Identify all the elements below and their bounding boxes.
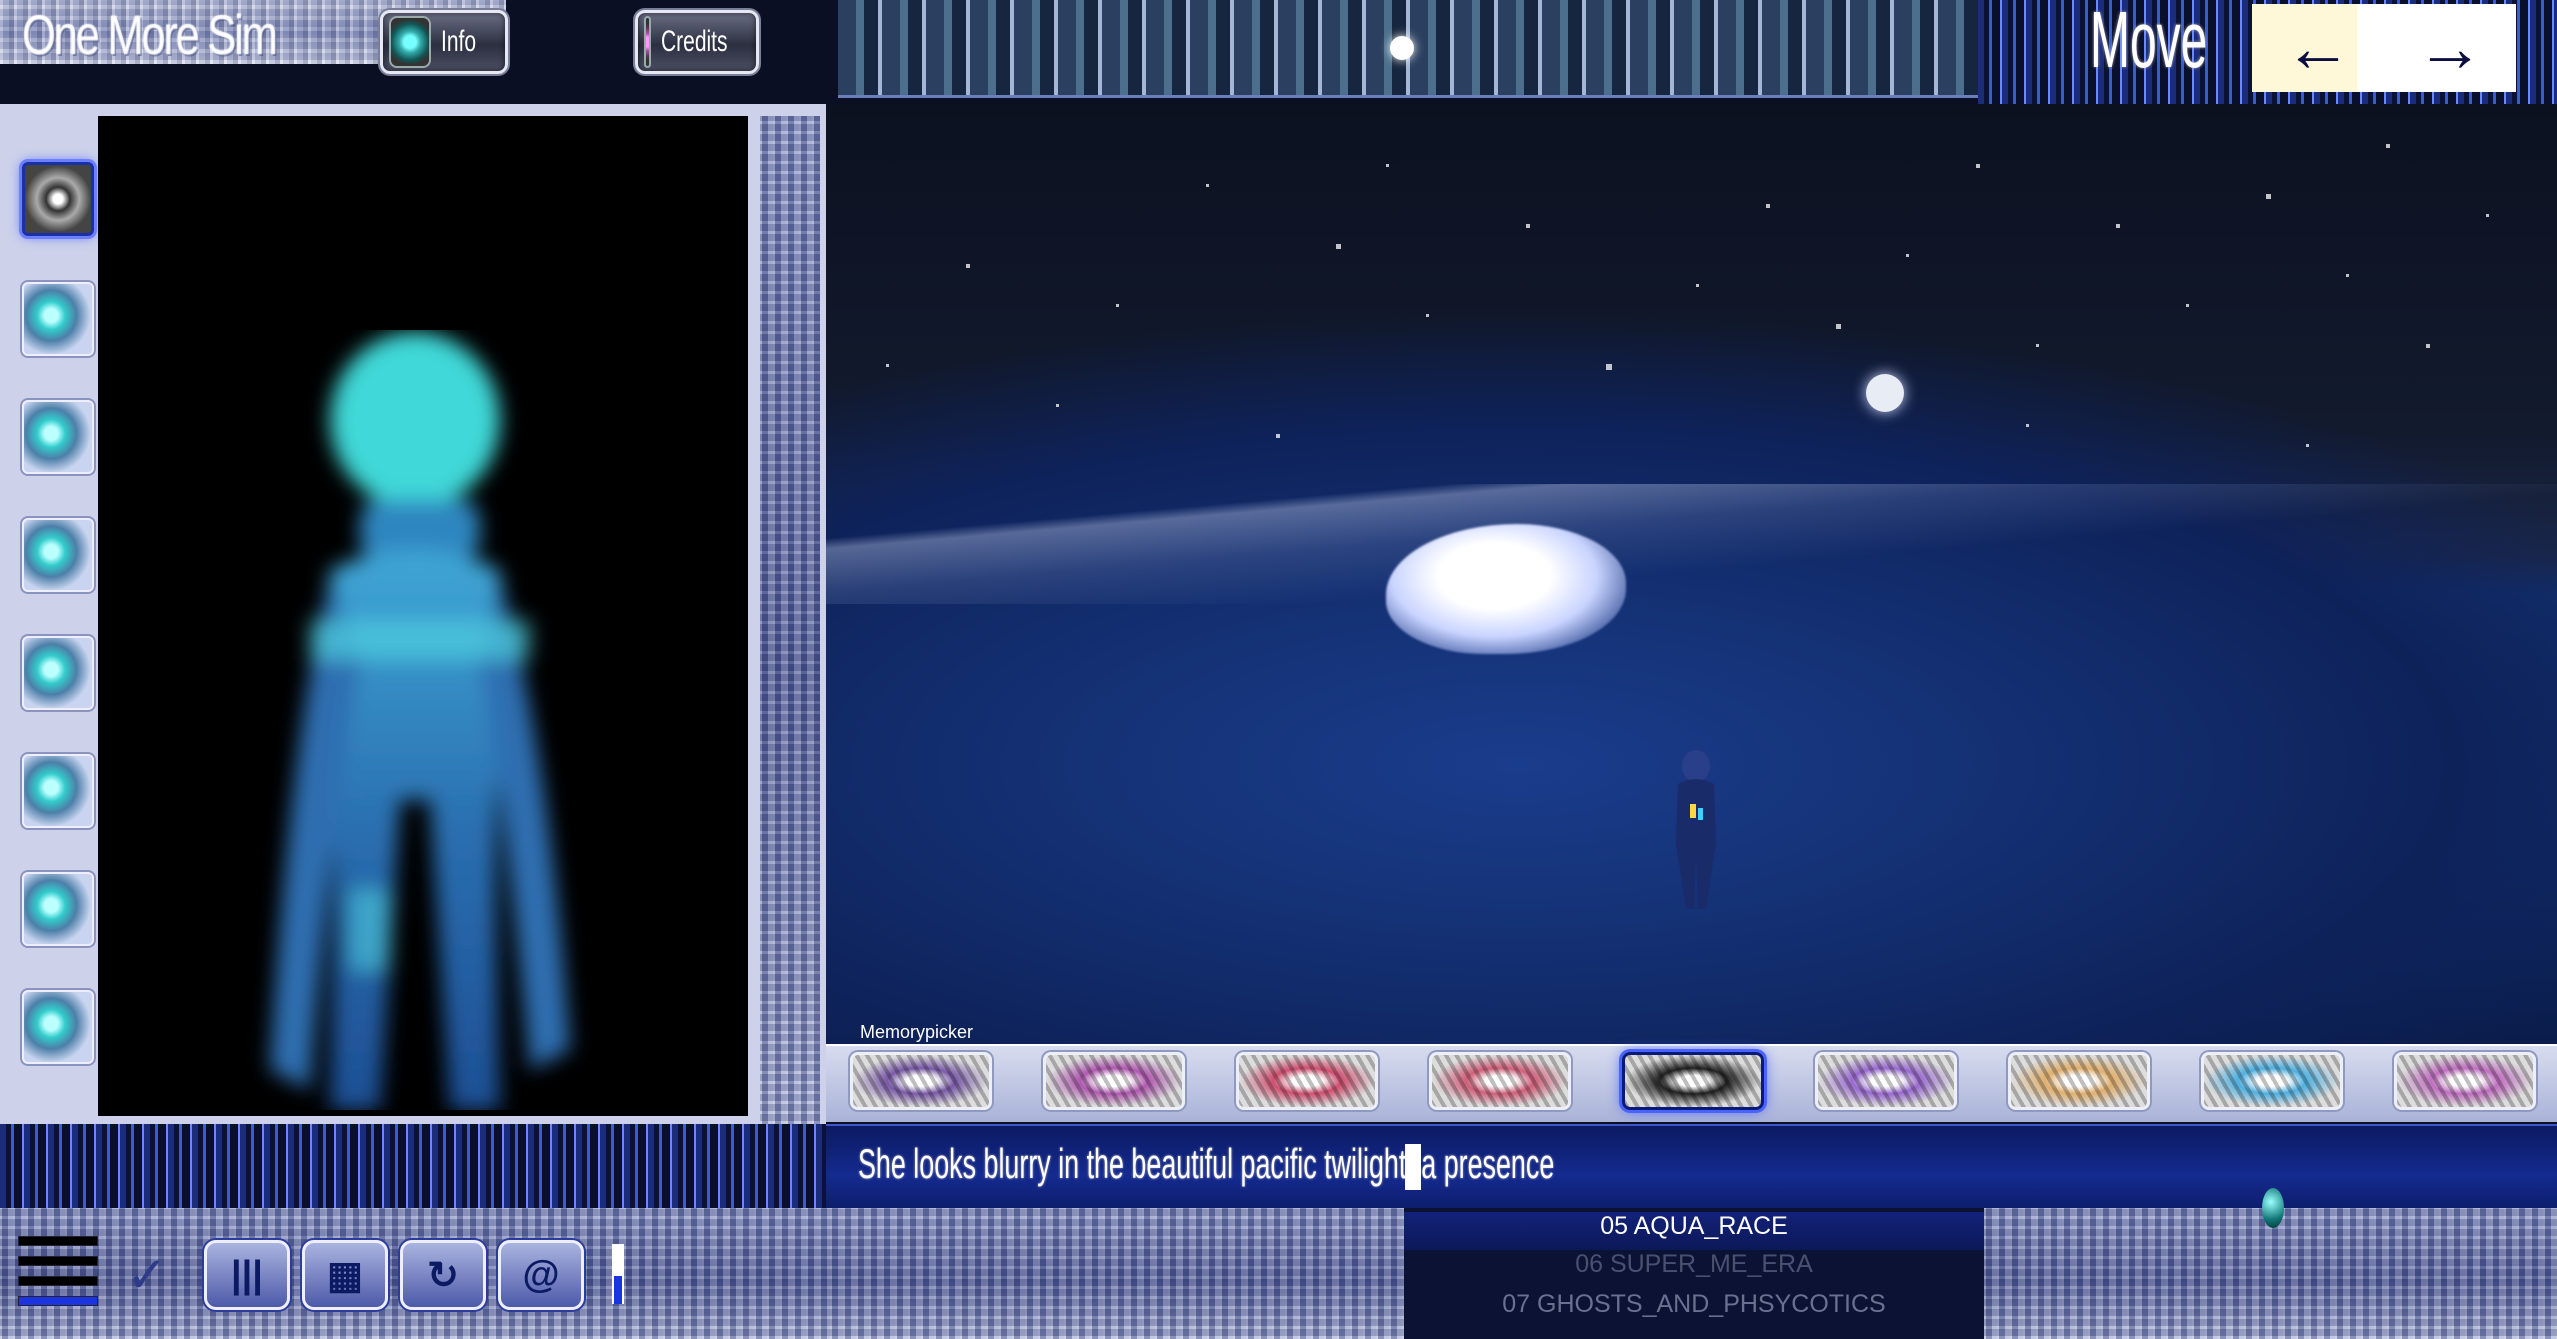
- credits-label: Credits: [660, 25, 728, 58]
- outfit-thumb[interactable]: [22, 990, 94, 1064]
- outfit-thumb[interactable]: [22, 872, 94, 946]
- arrow-right-icon[interactable]: →: [2416, 9, 2484, 87]
- subtitle-text: She looks blurry in the beautiful pacifi…: [858, 1140, 1555, 1187]
- seek-knob[interactable]: [2262, 1188, 2284, 1228]
- game-title: One More Sim: [22, 3, 278, 66]
- memory-item[interactable]: [1043, 1052, 1185, 1110]
- equalizer-icon: |||: [231, 1253, 263, 1296]
- menu-bar: [18, 1296, 98, 1306]
- text-caret: [1405, 1144, 1421, 1190]
- equalizer-button[interactable]: |||: [204, 1240, 290, 1310]
- refresh-button[interactable]: ↻: [400, 1240, 486, 1310]
- outfit-thumb[interactable]: [22, 400, 94, 474]
- memory-item[interactable]: [1429, 1052, 1571, 1110]
- spiral-button[interactable]: @: [498, 1240, 584, 1310]
- memory-item[interactable]: [2008, 1052, 2150, 1110]
- memory-item[interactable]: [1236, 1052, 1378, 1110]
- spiral-icon: @: [522, 1253, 560, 1296]
- shoreline: [826, 484, 2557, 604]
- menu-bar: [18, 1236, 98, 1246]
- menu-bar: [18, 1276, 98, 1286]
- starfield: [886, 144, 2489, 447]
- track-after[interactable]: 07 GHOSTS_AND_PHSYCOTICS: [1404, 1290, 1984, 1328]
- outfit-thumb[interactable]: [22, 518, 94, 592]
- memory-item[interactable]: [2394, 1052, 2536, 1110]
- grid-icon: ▦: [327, 1254, 363, 1297]
- move-arrows[interactable]: ← →: [2252, 4, 2516, 92]
- credits-icon: [644, 16, 651, 68]
- memory-item-selected[interactable]: [1622, 1052, 1764, 1110]
- info-button[interactable]: Info: [380, 10, 508, 74]
- player-character: [1676, 750, 1716, 909]
- info-icon: [389, 16, 431, 68]
- info-label: Info: [441, 25, 477, 58]
- outfit-thumb[interactable]: [22, 754, 94, 828]
- outfit-column: [8, 116, 94, 1112]
- track-current[interactable]: 05 AQUA_RACE: [1404, 1212, 1984, 1250]
- memory-item[interactable]: [1815, 1052, 1957, 1110]
- grid-button[interactable]: ▦: [302, 1240, 388, 1310]
- moon: [1866, 374, 1904, 412]
- waveform-strip: [0, 1124, 826, 1208]
- outfit-thumb[interactable]: [22, 282, 94, 356]
- credits-button[interactable]: Credits: [635, 10, 759, 74]
- arrow-left-icon[interactable]: ←: [2284, 9, 2352, 87]
- volume-fill: [614, 1276, 622, 1304]
- outfit-thumb[interactable]: [22, 636, 94, 710]
- refresh-icon: ↻: [427, 1254, 459, 1297]
- track-next[interactable]: 06 SUPER_ME_ERA: [1404, 1250, 1984, 1288]
- menu-button[interactable]: [18, 1234, 98, 1314]
- memory-item[interactable]: [850, 1052, 992, 1110]
- character-figure: [270, 332, 570, 1110]
- memorypicker-label: Memorypicker: [860, 1022, 974, 1042]
- outfit-thumb[interactable]: [22, 162, 94, 236]
- decor-panel: [830, 1208, 1404, 1339]
- memory-item[interactable]: [2201, 1052, 2343, 1110]
- menu-bar: [18, 1256, 98, 1266]
- check-icon[interactable]: ✓: [120, 1246, 174, 1304]
- minimap-moon: [1390, 36, 1414, 60]
- game-viewport[interactable]: [826, 104, 2557, 1048]
- panel-scrollbar[interactable]: [760, 116, 820, 1124]
- move-label: Move: [2090, 0, 2208, 84]
